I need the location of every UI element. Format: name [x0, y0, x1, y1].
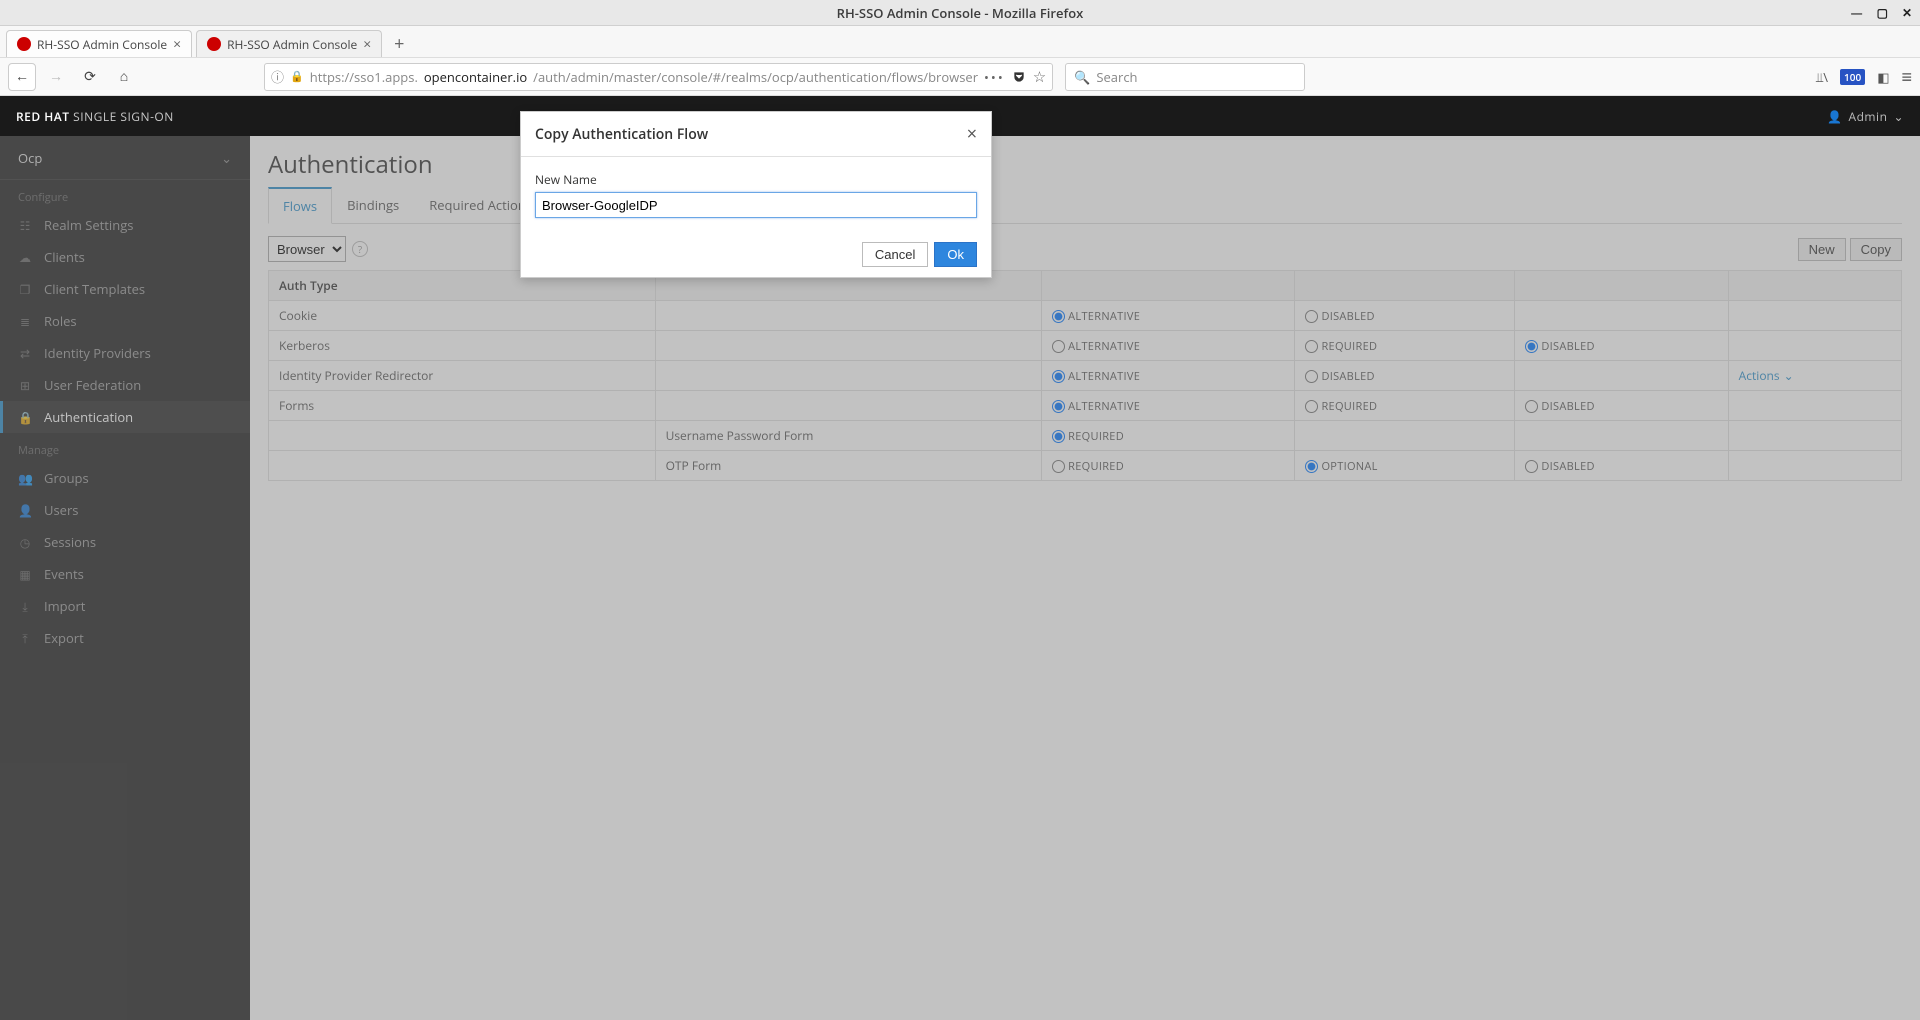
- browser-tab-inactive[interactable]: RH-SSO Admin Console ×: [196, 30, 382, 57]
- modal-header: Copy Authentication Flow ×: [521, 112, 991, 157]
- browser-tab-active[interactable]: RH-SSO Admin Console ×: [6, 30, 192, 57]
- nav-reload-button[interactable]: ⟳: [76, 63, 104, 91]
- url-domain: opencontainer.io: [424, 68, 527, 86]
- modal-title: Copy Authentication Flow: [535, 125, 708, 144]
- user-icon: 👤: [1827, 108, 1842, 125]
- nav-back-button[interactable]: ←: [8, 63, 36, 91]
- tab-close-icon[interactable]: ×: [363, 35, 371, 54]
- redhat-favicon-icon: [17, 37, 31, 51]
- nav-home-button[interactable]: ⌂: [110, 63, 138, 91]
- tab-close-icon[interactable]: ×: [173, 35, 181, 54]
- cancel-button[interactable]: Cancel: [862, 242, 928, 267]
- tracker-badge[interactable]: 100: [1840, 69, 1865, 85]
- window-minimize-icon[interactable]: —: [1851, 4, 1863, 21]
- modal-field-label: New Name: [535, 171, 977, 188]
- browser-tab-label: RH-SSO Admin Console: [37, 36, 167, 53]
- browser-tabstrip: RH-SSO Admin Console × RH-SSO Admin Cons…: [0, 26, 1920, 58]
- modal-close-icon[interactable]: ×: [967, 122, 977, 146]
- search-bar[interactable]: 🔍 Search: [1065, 63, 1305, 91]
- search-icon: 🔍: [1074, 68, 1090, 86]
- url-prefix: https://sso1.apps.: [310, 68, 418, 86]
- library-icon[interactable]: ⫫\: [1816, 68, 1828, 86]
- ok-button[interactable]: Ok: [934, 242, 977, 267]
- redhat-favicon-icon: [207, 37, 221, 51]
- sidebar-icon[interactable]: ◧: [1877, 68, 1889, 86]
- url-bar[interactable]: ⓘ 🔒 https://sso1.apps. opencontainer.io/a…: [264, 63, 1053, 91]
- site-info-icon[interactable]: ⓘ: [271, 67, 284, 86]
- copy-flow-modal: Copy Authentication Flow × New Name Canc…: [520, 111, 992, 278]
- pocket-icon[interactable]: [1011, 69, 1027, 85]
- new-name-input[interactable]: [535, 192, 977, 218]
- os-window-titlebar: RH-SSO Admin Console - Mozilla Firefox —…: [0, 0, 1920, 26]
- brand-logo: RED HAT SINGLE SIGN-ON: [16, 108, 174, 125]
- admin-user-menu[interactable]: 👤 Admin ⌄: [1827, 108, 1904, 125]
- bookmark-star-icon[interactable]: ☆: [1033, 67, 1046, 87]
- nav-forward-button[interactable]: →: [42, 63, 70, 91]
- search-placeholder: Search: [1096, 68, 1137, 86]
- lock-icon: 🔒: [290, 69, 304, 84]
- page-actions-icon[interactable]: •••: [984, 68, 1005, 86]
- chevron-down-icon: ⌄: [1893, 108, 1904, 125]
- url-path: /auth/admin/master/console/#/realms/ocp/…: [533, 68, 978, 86]
- browser-toolbar: ← → ⟳ ⌂ ⓘ 🔒 https://sso1.apps. opencontai…: [0, 58, 1920, 96]
- new-tab-button[interactable]: +: [386, 30, 412, 57]
- hamburger-menu-icon[interactable]: ≡: [1901, 65, 1912, 89]
- window-close-icon[interactable]: ✕: [1902, 4, 1912, 21]
- window-maximize-icon[interactable]: ▢: [1877, 4, 1888, 21]
- browser-tab-label: RH-SSO Admin Console: [227, 36, 357, 53]
- os-window-title: RH-SSO Admin Console - Mozilla Firefox: [837, 4, 1084, 22]
- admin-label: Admin: [1849, 108, 1888, 125]
